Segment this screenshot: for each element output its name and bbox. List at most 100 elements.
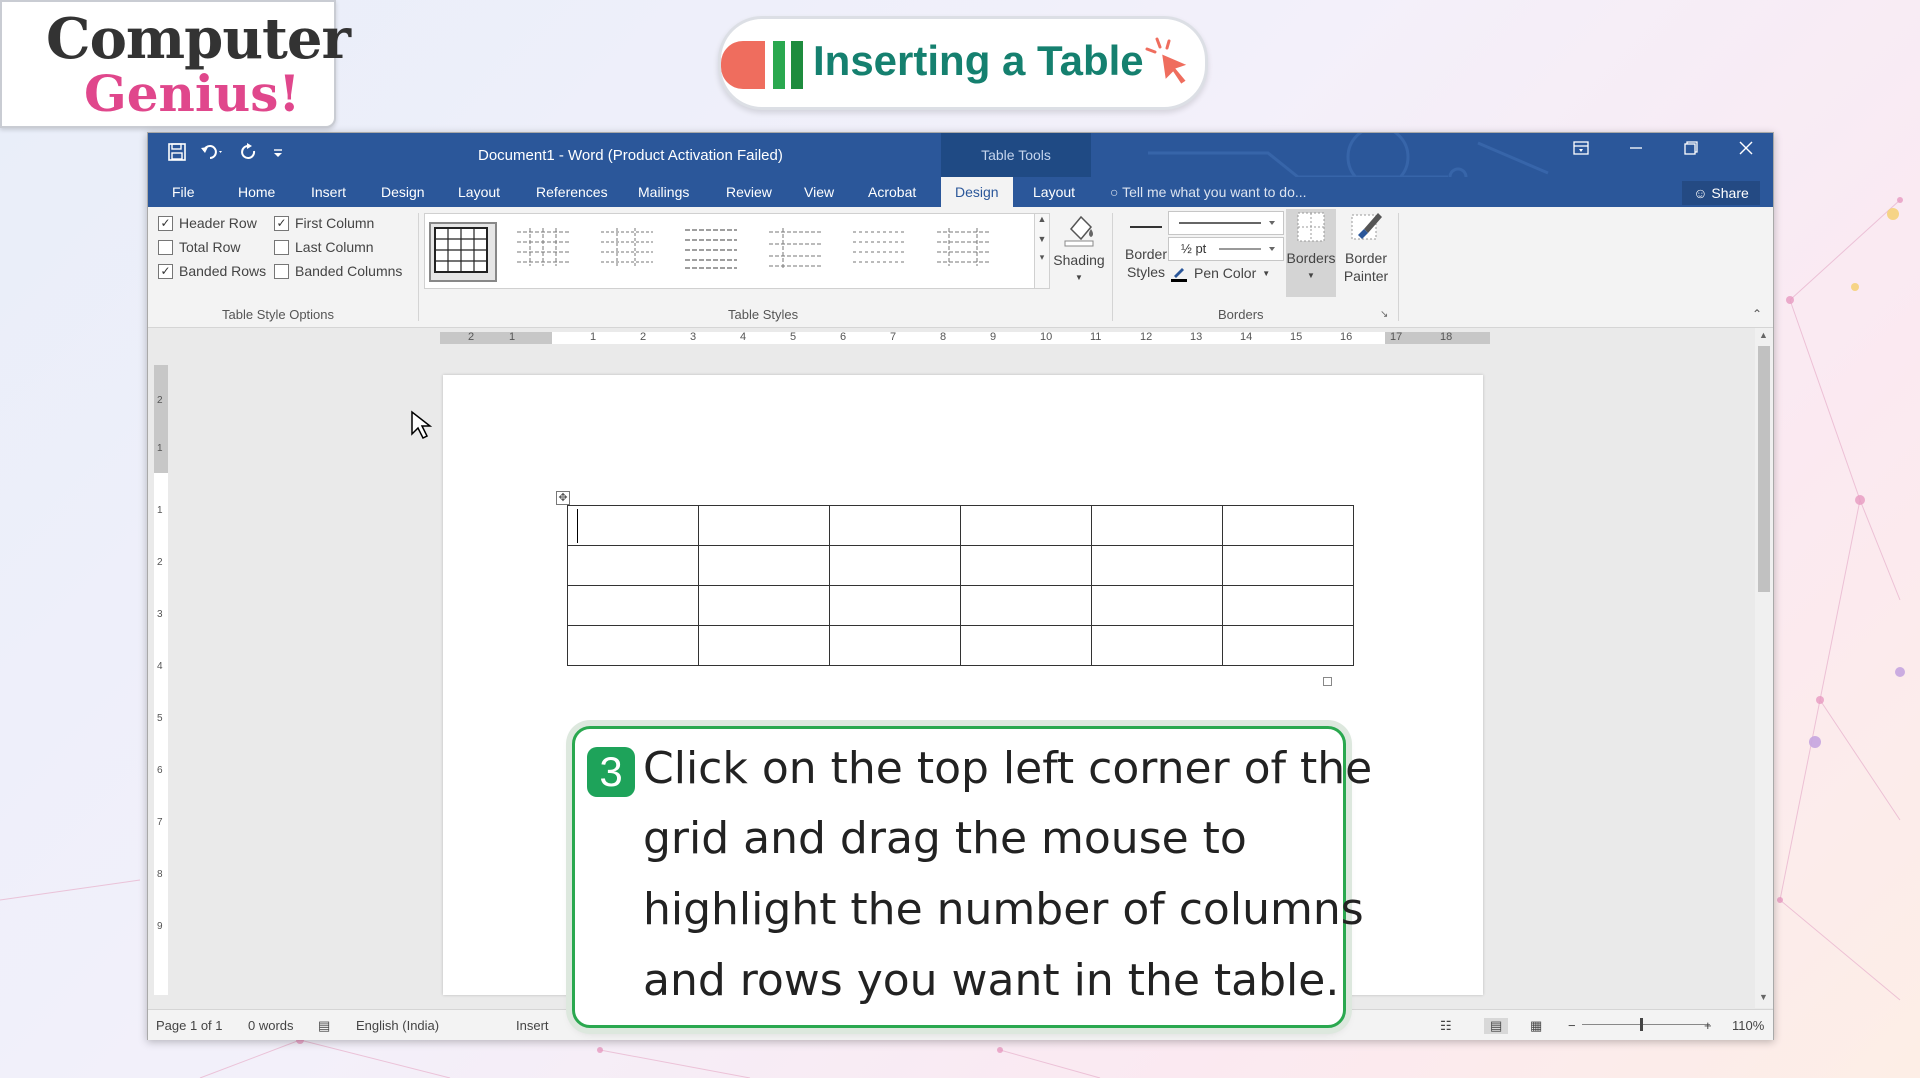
table-cell[interactable]	[829, 505, 961, 546]
zoom-slider[interactable]	[1582, 1024, 1710, 1025]
header-row-option[interactable]: ✓ Header Row	[158, 215, 257, 231]
border-painter-button[interactable]: Border Painter	[1338, 209, 1394, 285]
table-cell[interactable]	[567, 505, 699, 546]
last-column-checkbox[interactable]	[274, 239, 289, 255]
share-button[interactable]: ☺ Share	[1682, 181, 1760, 205]
gallery-more-icon[interactable]: ▾	[1035, 252, 1049, 263]
ribbon-display-options-icon[interactable]	[1553, 133, 1608, 167]
table-cell[interactable]	[1091, 505, 1223, 546]
table-cell[interactable]	[698, 585, 830, 626]
table-cell[interactable]	[698, 625, 830, 666]
shading-button[interactable]: Shading ▼	[1050, 211, 1108, 287]
tab-layout[interactable]: Layout	[458, 177, 500, 207]
tell-me-box[interactable]: ○ Tell me what you want to do...	[1110, 177, 1307, 207]
language-status[interactable]: English (India)	[356, 1018, 439, 1033]
minimize-icon[interactable]	[1608, 133, 1663, 167]
insert-mode-status[interactable]: Insert	[516, 1018, 549, 1033]
banded-rows-option[interactable]: ✓ Banded Rows	[158, 263, 266, 279]
border-styles-button[interactable]: Border Styles	[1116, 217, 1176, 281]
table-cell[interactable]	[567, 545, 699, 586]
header-row-checkbox[interactable]: ✓	[158, 215, 173, 231]
page-count[interactable]: Page 1 of 1	[156, 1018, 223, 1033]
banded-columns-option[interactable]: Banded Columns	[274, 263, 402, 279]
collapse-ribbon-icon[interactable]: ⌃	[1752, 307, 1762, 321]
table-style-plain-3[interactable]	[681, 222, 745, 278]
zoom-slider-thumb[interactable]	[1640, 1018, 1643, 1031]
zoom-in-icon[interactable]: +	[1704, 1018, 1712, 1033]
table-cell[interactable]	[960, 545, 1092, 586]
scroll-thumb[interactable]	[1758, 346, 1770, 592]
gallery-scroll[interactable]: ▲ ▼ ▾	[1034, 213, 1050, 289]
table-style-plain-4[interactable]	[765, 222, 829, 278]
customize-qat-icon[interactable]	[272, 143, 284, 167]
redo-icon[interactable]	[240, 143, 258, 167]
table-cell[interactable]	[698, 505, 830, 546]
word-count[interactable]: 0 words	[248, 1018, 294, 1033]
gallery-up-icon[interactable]: ▲	[1035, 214, 1049, 224]
vertical-scrollbar[interactable]: ▲ ▼	[1755, 328, 1773, 1008]
table-cell[interactable]	[1091, 625, 1223, 666]
table-cell[interactable]	[829, 625, 961, 666]
table-cell[interactable]	[1222, 625, 1354, 666]
scroll-down-icon[interactable]: ▼	[1759, 992, 1768, 1002]
table-cell[interactable]	[960, 625, 1092, 666]
pen-color-button[interactable]: Pen Color ▼	[1170, 264, 1270, 282]
tab-acrobat[interactable]: Acrobat	[868, 177, 916, 207]
table-style-plain-6[interactable]	[933, 222, 997, 278]
table-cell[interactable]	[1091, 545, 1223, 586]
horizontal-ruler[interactable]: 2 1 1 2 3 4 5 6 7 8 9 10 11 12 13 14 15 16 17 18	[440, 332, 1490, 344]
table-style-plain-1[interactable]	[513, 222, 577, 278]
first-column-option[interactable]: ✓ First Column	[274, 215, 374, 231]
tab-review[interactable]: Review	[726, 177, 772, 207]
table-cell[interactable]	[829, 585, 961, 626]
table-cell[interactable]	[567, 585, 699, 626]
borders-dialog-launcher-icon[interactable]: ↘	[1380, 309, 1388, 320]
tab-home[interactable]: Home	[238, 177, 275, 207]
close-icon[interactable]	[1718, 133, 1773, 167]
tab-table-design[interactable]: Design	[941, 177, 1013, 207]
banded-columns-checkbox[interactable]	[274, 263, 289, 279]
save-icon[interactable]	[168, 143, 186, 167]
table-cell[interactable]	[829, 545, 961, 586]
table-move-handle-icon[interactable]: ✥	[556, 491, 570, 505]
table-cell[interactable]	[1222, 505, 1354, 546]
total-row-option[interactable]: Total Row	[158, 239, 240, 255]
zoom-level[interactable]: 110%	[1732, 1018, 1764, 1033]
read-mode-icon[interactable]: ☷	[1440, 1018, 1452, 1034]
table-cell[interactable]	[567, 625, 699, 666]
zoom-out-icon[interactable]: −	[1568, 1018, 1576, 1033]
tab-design[interactable]: Design	[381, 177, 425, 207]
table-cell[interactable]	[960, 505, 1092, 546]
table-resize-handle[interactable]	[1323, 677, 1332, 686]
line-style-dropdown[interactable]	[1168, 211, 1284, 235]
proofing-icon[interactable]: ▤	[318, 1018, 330, 1034]
print-layout-icon[interactable]: ▤	[1484, 1018, 1509, 1034]
gallery-down-icon[interactable]: ▼	[1035, 234, 1049, 244]
tab-table-layout[interactable]: Layout	[1033, 177, 1075, 207]
table-style-plain-5[interactable]	[849, 222, 913, 278]
table-style-plain-2[interactable]	[597, 222, 661, 278]
tab-insert[interactable]: Insert	[311, 177, 346, 207]
borders-button[interactable]: Borders ▼	[1286, 209, 1336, 297]
tab-mailings[interactable]: Mailings	[638, 177, 689, 207]
tab-file[interactable]: File	[172, 177, 195, 207]
line-weight-dropdown[interactable]: ½ pt	[1168, 237, 1284, 261]
table-cell[interactable]	[1222, 585, 1354, 626]
vertical-ruler[interactable]: 2 1 1 2 3 4 5 6 7 8 9	[154, 365, 168, 995]
first-column-checkbox[interactable]: ✓	[274, 215, 289, 231]
web-layout-icon[interactable]: ▦	[1530, 1018, 1542, 1034]
last-column-option[interactable]: Last Column	[274, 239, 374, 255]
tab-references[interactable]: References	[536, 177, 608, 207]
undo-icon[interactable]	[200, 143, 226, 167]
table-cell[interactable]	[1091, 585, 1223, 626]
table-cell[interactable]	[1222, 545, 1354, 586]
scroll-up-icon[interactable]: ▲	[1759, 330, 1768, 340]
total-row-checkbox[interactable]	[158, 239, 173, 255]
restore-icon[interactable]	[1663, 133, 1718, 167]
table-style-grid-table[interactable]	[429, 222, 497, 282]
document-table[interactable]	[567, 505, 1354, 666]
banded-rows-checkbox[interactable]: ✓	[158, 263, 173, 279]
table-cell[interactable]	[698, 545, 830, 586]
tab-view[interactable]: View	[804, 177, 834, 207]
table-cell[interactable]	[960, 585, 1092, 626]
